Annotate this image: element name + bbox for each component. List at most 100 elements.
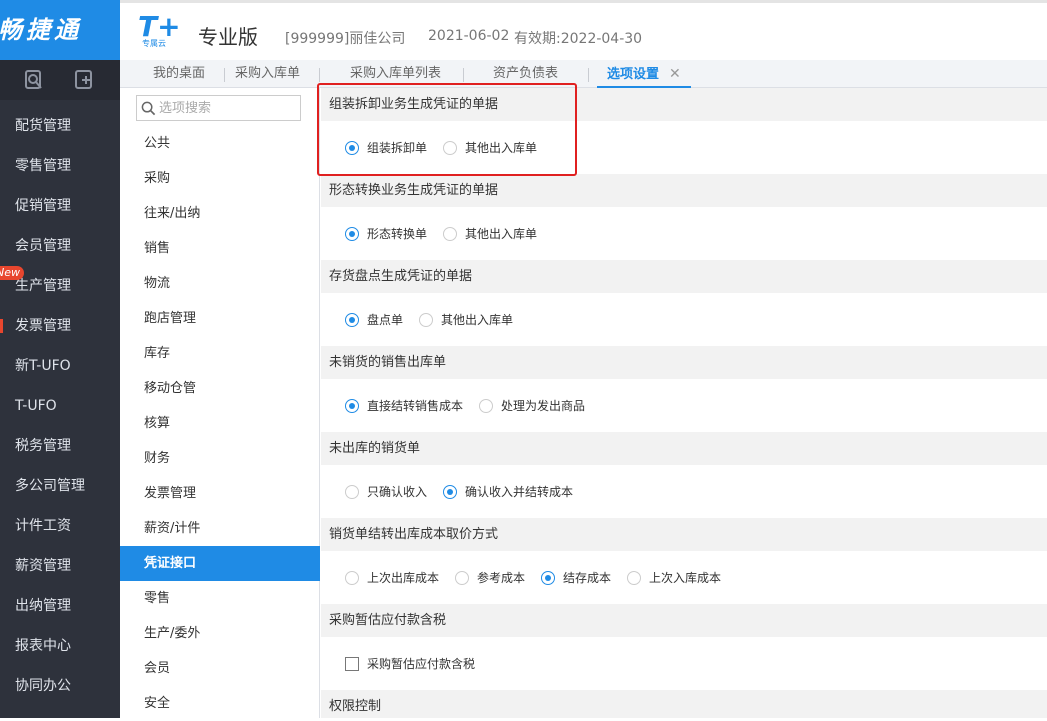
category-item[interactable]: 财务 xyxy=(120,441,320,476)
radio-option[interactable]: 上次入库成本 xyxy=(627,570,721,586)
radio-option[interactable]: 上次出库成本 xyxy=(345,570,439,586)
radio-option[interactable]: 参考成本 xyxy=(455,570,525,586)
category-item-voucher-interface[interactable]: 凭证接口 xyxy=(120,546,320,581)
section-title: 形态转换业务生成凭证的单据 xyxy=(321,174,1047,207)
add-doc-icon[interactable] xyxy=(72,68,96,92)
section-options: 上次出库成本 参考成本 结存成本 上次入库成本 xyxy=(321,551,1047,604)
category-item[interactable]: 安全 xyxy=(120,686,320,721)
module-item[interactable]: 促销管理 xyxy=(0,186,120,226)
radio-option[interactable]: 盘点单 xyxy=(345,312,403,328)
search-icon xyxy=(141,101,156,116)
section-options: 直接结转销售成本 处理为发出商品 xyxy=(321,379,1047,432)
radio-button[interactable] xyxy=(479,399,493,413)
module-item[interactable]: 多公司管理 xyxy=(0,466,120,506)
category-item[interactable]: 零售 xyxy=(120,581,320,616)
module-item[interactable]: 新T-UFO xyxy=(0,346,120,386)
search-doc-icon[interactable] xyxy=(22,68,46,92)
new-badge: New xyxy=(0,266,24,280)
category-item[interactable]: 往来/出纳 xyxy=(120,196,320,231)
radio-option[interactable]: 只确认收入 xyxy=(345,484,427,500)
module-item[interactable]: 出纳管理 xyxy=(0,586,120,626)
section-title: 组装拆卸业务生成凭证的单据 xyxy=(321,88,1047,121)
app-header: T+ 专属云 专业版 [999999]丽佳公司 2021-06-02 有效期:2… xyxy=(120,0,1047,60)
tab-options[interactable]: 选项设置 ✕ xyxy=(597,60,691,88)
module-item[interactable]: 配货管理 xyxy=(0,106,120,146)
tab-balance-sheet[interactable]: 资产负债表 xyxy=(493,60,558,88)
app-sidebar: 畅捷通 配货管理 零售管理 促销管理 会员管理 New 生产管理 发票管理 新T… xyxy=(0,0,120,718)
logo-sub: 专属云 xyxy=(142,38,166,48)
close-icon[interactable]: ✕ xyxy=(669,66,681,82)
radio-button[interactable] xyxy=(627,571,641,585)
category-item[interactable]: 销售 xyxy=(120,231,320,266)
radio-option[interactable]: 处理为发出商品 xyxy=(479,398,585,414)
category-item[interactable]: 生产/委外 xyxy=(120,616,320,651)
tab-bar: 我的桌面 采购入库单 采购入库单列表 资产负债表 选项设置 ✕ xyxy=(120,60,1047,88)
section-title: 权限控制 xyxy=(321,690,1047,718)
radio-button[interactable] xyxy=(541,571,555,585)
module-item[interactable]: New 生产管理 xyxy=(0,266,120,306)
checkbox[interactable] xyxy=(345,657,359,671)
category-item[interactable]: 核算 xyxy=(120,406,320,441)
radio-button[interactable] xyxy=(345,571,359,585)
radio-button[interactable] xyxy=(345,141,359,155)
category-item[interactable]: 跑店管理 xyxy=(120,301,320,336)
category-item[interactable]: 公共 xyxy=(120,126,320,161)
search-input[interactable] xyxy=(159,98,297,118)
radio-button[interactable] xyxy=(419,313,433,327)
radio-button[interactable] xyxy=(455,571,469,585)
validity-date: 有效期:2022-04-30 xyxy=(514,31,643,47)
category-item[interactable]: 会员 xyxy=(120,651,320,686)
module-item[interactable]: 计件工资 xyxy=(0,506,120,546)
section-title: 存货盘点生成凭证的单据 xyxy=(321,260,1047,293)
section-options: 采购暂估应付款含税 xyxy=(321,637,1047,690)
section-options: 形态转换单 其他出入库单 xyxy=(321,207,1047,260)
section-options: 盘点单 其他出入库单 xyxy=(321,293,1047,346)
radio-option[interactable]: 直接结转销售成本 xyxy=(345,398,463,414)
category-item[interactable]: 发票管理 xyxy=(120,476,320,511)
module-item[interactable]: 会员管理 xyxy=(0,226,120,266)
product-logo: T+ 专属云 xyxy=(138,10,186,48)
radio-button[interactable] xyxy=(345,485,359,499)
section-options: 只确认收入 确认收入并结转成本 xyxy=(321,465,1047,518)
options-search[interactable] xyxy=(136,95,301,121)
radio-option[interactable]: 其他出入库单 xyxy=(419,312,513,328)
options-panel: 组装拆卸业务生成凭证的单据 组装拆卸单 其他出入库单 形态转换业务生成凭证的单据… xyxy=(321,88,1047,718)
tab-separator xyxy=(463,68,464,82)
section-title: 销货单结转出库成本取价方式 xyxy=(321,518,1047,551)
company-name: [999999]丽佳公司 xyxy=(285,31,406,47)
module-item[interactable]: 报表中心 xyxy=(0,626,120,666)
module-item[interactable]: 税务管理 xyxy=(0,426,120,466)
radio-option[interactable]: 形态转换单 xyxy=(345,226,427,242)
category-item[interactable]: 物流 xyxy=(120,266,320,301)
checkbox-option[interactable]: 采购暂估应付款含税 xyxy=(345,656,475,672)
category-item[interactable]: 库存 xyxy=(120,336,320,371)
radio-button[interactable] xyxy=(443,227,457,241)
radio-button[interactable] xyxy=(443,141,457,155)
radio-option[interactable]: 确认收入并结转成本 xyxy=(443,484,573,500)
radio-button[interactable] xyxy=(443,485,457,499)
tab-separator xyxy=(588,68,589,82)
module-item[interactable]: 发票管理 xyxy=(0,306,120,346)
module-item[interactable]: 协同办公 xyxy=(0,666,120,706)
radio-option[interactable]: 其他出入库单 xyxy=(443,226,537,242)
radio-button[interactable] xyxy=(345,227,359,241)
module-list: 配货管理 零售管理 促销管理 会员管理 New 生产管理 发票管理 新T-UFO… xyxy=(0,106,120,706)
category-item[interactable]: 移动仓管 xyxy=(120,371,320,406)
quick-toolbar xyxy=(0,60,120,100)
login-date: 2021-06-02 xyxy=(428,28,510,44)
module-item[interactable]: T-UFO xyxy=(0,386,120,426)
radio-option[interactable]: 其他出入库单 xyxy=(443,140,537,156)
category-item[interactable]: 采购 xyxy=(120,161,320,196)
module-item[interactable]: 零售管理 xyxy=(0,146,120,186)
options-nav: 公共 采购 往来/出纳 销售 物流 跑店管理 库存 移动仓管 核算 财务 发票管… xyxy=(120,88,320,718)
radio-button[interactable] xyxy=(345,313,359,327)
module-item[interactable]: 薪资管理 xyxy=(0,546,120,586)
radio-option[interactable]: 组装拆卸单 xyxy=(345,140,427,156)
tab-purchase-receipt[interactable]: 采购入库单 xyxy=(235,60,300,88)
tab-purchase-receipt-list[interactable]: 采购入库单列表 xyxy=(350,60,441,88)
edition-label: 专业版 xyxy=(198,25,258,49)
category-item[interactable]: 薪资/计件 xyxy=(120,511,320,546)
radio-option[interactable]: 结存成本 xyxy=(541,570,611,586)
tab-desktop[interactable]: 我的桌面 xyxy=(153,60,205,88)
radio-button[interactable] xyxy=(345,399,359,413)
